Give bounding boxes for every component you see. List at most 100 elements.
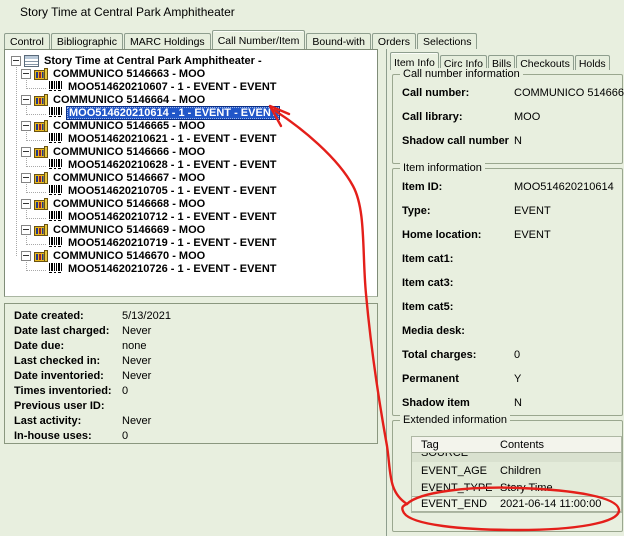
call-number-icon	[34, 172, 48, 184]
tab-orders[interactable]: Orders	[372, 33, 416, 49]
expand-collapse-box[interactable]	[21, 199, 31, 209]
expand-collapse-box[interactable]	[21, 225, 31, 235]
barcode-icon	[48, 263, 63, 274]
call-number-icon	[34, 94, 48, 106]
contents-cell: Story Time	[500, 482, 621, 494]
detail-label: Last checked in:	[14, 355, 122, 370]
field-label: Media desk:	[402, 325, 514, 339]
expand-collapse-box[interactable]	[21, 69, 31, 79]
detail-label: Date inventoried:	[14, 370, 122, 385]
field-value: MOO	[514, 111, 540, 125]
tree-node-label: MOO514620210719 - 1 - EVENT - EVENT	[66, 237, 278, 249]
field-row: Item cat5:	[402, 301, 620, 315]
extended-info-table[interactable]: Tag Contents SOURCEEVENT_AGEChildrenEVEN…	[411, 436, 622, 513]
contents-column-header: Contents	[500, 439, 621, 451]
expand-collapse-box[interactable]	[21, 121, 31, 131]
field-value: EVENT	[514, 229, 551, 243]
tree-node-label: COMMUNICO 5146668 - MOO	[51, 198, 207, 210]
tree-connector	[26, 80, 46, 89]
tree-item-node-selected[interactable]: MOO514620210614 - 1 - EVENT - EVENT	[5, 106, 377, 119]
field-row: Shadow itemN	[402, 397, 620, 411]
tree-node-label: MOO514620210621 - 1 - EVENT - EVENT	[66, 133, 278, 145]
tree-item-node[interactable]: MOO514620210621 - 1 - EVENT - EVENT	[5, 132, 377, 145]
field-row: Shadow call numberN	[402, 135, 620, 149]
tree-connector	[26, 158, 46, 167]
tree-call-number-node[interactable]: COMMUNICO 5146666 - MOO	[5, 145, 377, 158]
detail-label: Previous user ID:	[14, 400, 122, 415]
tree-call-number-node[interactable]: COMMUNICO 5146664 - MOO	[5, 93, 377, 106]
extended-information-group: Extended information Tag Contents SOURCE…	[392, 420, 623, 532]
tree-root-node[interactable]: Story Time at Central Park Amphitheater …	[5, 54, 377, 67]
call-number-item-tree[interactable]: Story Time at Central Park Amphitheater …	[4, 49, 378, 297]
expand-collapse-box[interactable]	[21, 147, 31, 157]
table-row[interactable]: EVENT_TYPEStory Time	[412, 479, 621, 496]
tab-selections[interactable]: Selections	[417, 33, 477, 49]
group-title: Call number information	[400, 68, 523, 80]
barcode-icon	[48, 81, 63, 92]
expand-collapse-box[interactable]	[21, 95, 31, 105]
tree-call-number-node[interactable]: COMMUNICO 5146665 - MOO	[5, 119, 377, 132]
tree-call-number-node[interactable]: COMMUNICO 5146668 - MOO	[5, 197, 377, 210]
detail-row: Last activity:Never	[14, 415, 377, 430]
tree-item-node[interactable]: MOO514620210705 - 1 - EVENT - EVENT	[5, 184, 377, 197]
table-row[interactable]: EVENT_AGEChildren	[412, 462, 621, 479]
tree-call-number-node[interactable]: COMMUNICO 5146663 - MOO	[5, 67, 377, 80]
field-row: Media desk:	[402, 325, 620, 339]
detail-label: Times inventoried:	[14, 385, 122, 400]
tree-item-node[interactable]: MOO514620210712 - 1 - EVENT - EVENT	[5, 210, 377, 223]
table-row-partial[interactable]: SOURCE	[412, 453, 621, 462]
detail-value: Never	[122, 325, 151, 340]
window-title: Story Time at Central Park Amphitheater	[20, 5, 235, 19]
detail-row: In-house uses:0	[14, 430, 377, 445]
detail-row: Last checked in:Never	[14, 355, 377, 370]
tree-connector	[26, 132, 46, 141]
field-row: Type:EVENT	[402, 205, 620, 219]
field-label: Item ID:	[402, 181, 514, 195]
tree-call-number-node[interactable]: COMMUNICO 5146667 - MOO	[5, 171, 377, 184]
tree-item-node[interactable]: MOO514620210726 - 1 - EVENT - EVENT	[5, 262, 377, 275]
expand-collapse-box[interactable]	[11, 56, 21, 66]
barcode-icon	[48, 211, 63, 222]
detail-value: 0	[122, 430, 128, 445]
item-information-group: Item information Item ID:MOO514620210614…	[392, 168, 623, 416]
field-value: EVENT	[514, 205, 551, 219]
tab-bibliographic[interactable]: Bibliographic	[51, 33, 123, 49]
tree-node-label: MOO514620210607 - 1 - EVENT - EVENT	[66, 81, 278, 93]
tree-call-number-node[interactable]: COMMUNICO 5146669 - MOO	[5, 223, 377, 236]
tag-column-header: Tag	[412, 439, 500, 451]
item-info-panel: Item InfoCirc InfoBillsCheckoutsHolds Ca…	[386, 49, 624, 536]
field-row: Item ID:MOO514620210614	[402, 181, 620, 195]
tab-control[interactable]: Control	[4, 33, 50, 49]
tree-call-number-node[interactable]: COMMUNICO 5146670 - MOO	[5, 249, 377, 262]
field-value: MOO514620210614	[514, 181, 614, 195]
field-row: Item cat1:	[402, 253, 620, 267]
tab-holds[interactable]: Holds	[575, 55, 610, 70]
detail-label: Last activity:	[14, 415, 122, 430]
expand-collapse-box[interactable]	[21, 173, 31, 183]
expand-collapse-box[interactable]	[21, 251, 31, 261]
table-row-event-end[interactable]: EVENT_END2021-06-14 11:00:00	[412, 496, 621, 512]
field-row: PermanentY	[402, 373, 620, 387]
tree-item-node[interactable]: MOO514620210628 - 1 - EVENT - EVENT	[5, 158, 377, 171]
detail-value: none	[122, 340, 146, 355]
detail-value: Never	[122, 370, 151, 385]
tree-item-node[interactable]: MOO514620210719 - 1 - EVENT - EVENT	[5, 236, 377, 249]
barcode-icon	[48, 185, 63, 196]
detail-row: Date due:none	[14, 340, 377, 355]
field-row: Home location:EVENT	[402, 229, 620, 243]
field-label: Shadow item	[402, 397, 514, 411]
field-value: N	[514, 135, 522, 149]
tab-bound-with[interactable]: Bound-with	[306, 33, 371, 49]
field-value: N	[514, 397, 522, 411]
tab-call-number-item[interactable]: Call Number/Item	[212, 30, 306, 49]
tree-item-node[interactable]: MOO514620210607 - 1 - EVENT - EVENT	[5, 80, 377, 93]
tree-node-label: MOO514620210628 - 1 - EVENT - EVENT	[66, 159, 278, 171]
call-number-icon	[34, 198, 48, 210]
field-row: Call number:COMMUNICO 5146664	[402, 87, 620, 101]
tab-checkouts[interactable]: Checkouts	[516, 55, 574, 70]
barcode-icon	[48, 107, 63, 118]
detail-value: 5/13/2021	[122, 310, 171, 325]
field-label: Permanent	[402, 373, 514, 387]
tree-node-label: MOO514620210705 - 1 - EVENT - EVENT	[66, 185, 278, 197]
tab-marc-holdings[interactable]: MARC Holdings	[124, 33, 211, 49]
